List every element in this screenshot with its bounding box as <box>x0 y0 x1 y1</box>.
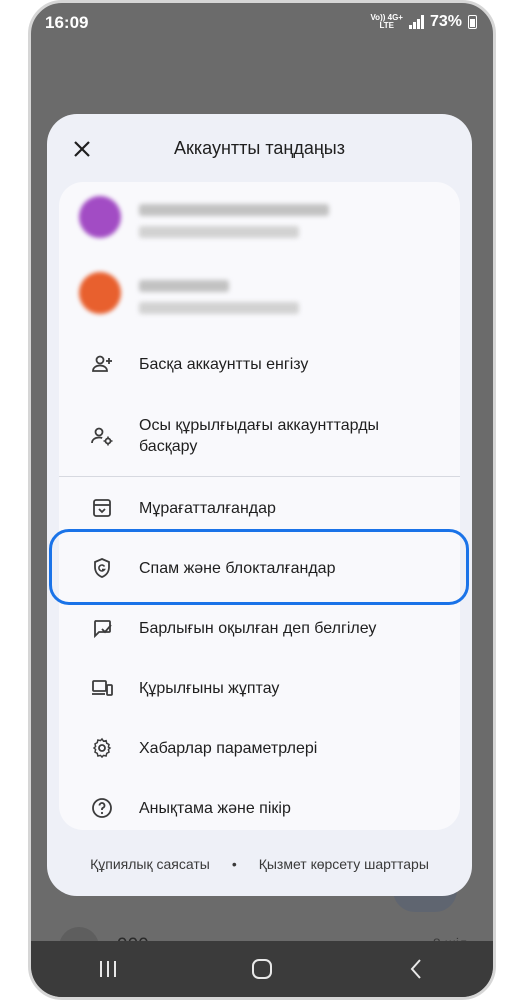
person-add-icon <box>89 351 115 377</box>
help-icon <box>89 795 115 821</box>
manage-accounts-icon <box>89 423 115 449</box>
privacy-policy-link[interactable]: Құпиялық саясаты <box>90 856 210 872</box>
back-icon <box>410 959 421 979</box>
avatar <box>79 196 121 238</box>
help-feedback-item[interactable]: Анықтама және пікір <box>47 786 472 830</box>
add-account-label: Басқа аккаунтты енгізу <box>139 355 309 373</box>
archived-label: Мұрағатталғандар <box>139 499 276 517</box>
divider <box>59 476 460 477</box>
recent-apps-button[interactable] <box>78 949 138 989</box>
archive-icon <box>89 495 115 521</box>
account-name-blurred <box>139 204 329 216</box>
battery-percent: 73% <box>429 13 462 30</box>
network-bottom: LTE <box>379 21 394 30</box>
status-time: 16:09 <box>45 13 89 32</box>
account-item-1[interactable] <box>59 182 460 252</box>
avatar <box>79 272 121 314</box>
account-email-blurred <box>139 226 299 238</box>
pair-device-label: Құрылғыны жұптау <box>139 679 280 697</box>
help-feedback-label: Анықтама және пікір <box>139 799 291 817</box>
footer-separator: • <box>231 856 237 872</box>
devices-icon <box>89 675 115 701</box>
mark-all-read-item[interactable]: Барлығын оқылған деп белгілеу <box>59 606 460 650</box>
network-indicator: Vo)) 4G+ LTE <box>370 14 403 30</box>
signal-icon <box>408 15 424 29</box>
manage-accounts-label: Осы құрылғыдағы аккаунттарды басқару <box>139 417 380 455</box>
account-dialog: Аккаунтты таңдаңыз Басқа аккаунтты енгіз… <box>47 114 472 896</box>
dialog-footer: Құпиялық саясаты • Қызмет көрсету шартта… <box>47 856 472 872</box>
dialog-title: Аккаунтты таңдаңыз <box>174 138 345 158</box>
conversation-row[interactable]: 900 8 шіл. <box>31 913 493 967</box>
message-settings-item[interactable]: Хабарлар параметрлері <box>47 726 472 770</box>
home-button[interactable] <box>232 949 292 989</box>
back-button[interactable] <box>386 949 446 989</box>
terms-of-service-link[interactable]: Қызмет көрсету шарттары <box>259 856 429 872</box>
mark-read-icon <box>89 615 115 641</box>
add-account-item[interactable]: Басқа аккаунтты енгізу <box>59 342 460 386</box>
archived-item[interactable]: Мұрағатталғандар <box>59 486 460 530</box>
gear-icon <box>89 735 115 761</box>
manage-accounts-item[interactable]: Осы құрылғыдағы аккаунттарды басқару <box>59 406 460 466</box>
account-name-blurred <box>139 280 229 292</box>
selection-highlight <box>49 529 469 605</box>
mark-all-read-label: Барлығын оқылған деп белгілеу <box>139 619 377 637</box>
home-icon <box>252 959 272 979</box>
account-email-blurred <box>139 302 299 314</box>
status-bar: 16:09 Vo)) 4G+ LTE 73% <box>31 3 493 47</box>
account-item-2[interactable] <box>59 258 460 328</box>
recent-apps-icon <box>100 961 116 977</box>
pair-device-item[interactable]: Құрылғыны жұптау <box>59 666 460 710</box>
navigation-bar <box>31 941 493 997</box>
message-settings-label: Хабарлар параметрлері <box>139 739 318 757</box>
status-icons: Vo)) 4G+ LTE 73% <box>370 13 477 31</box>
battery-icon <box>468 15 477 29</box>
